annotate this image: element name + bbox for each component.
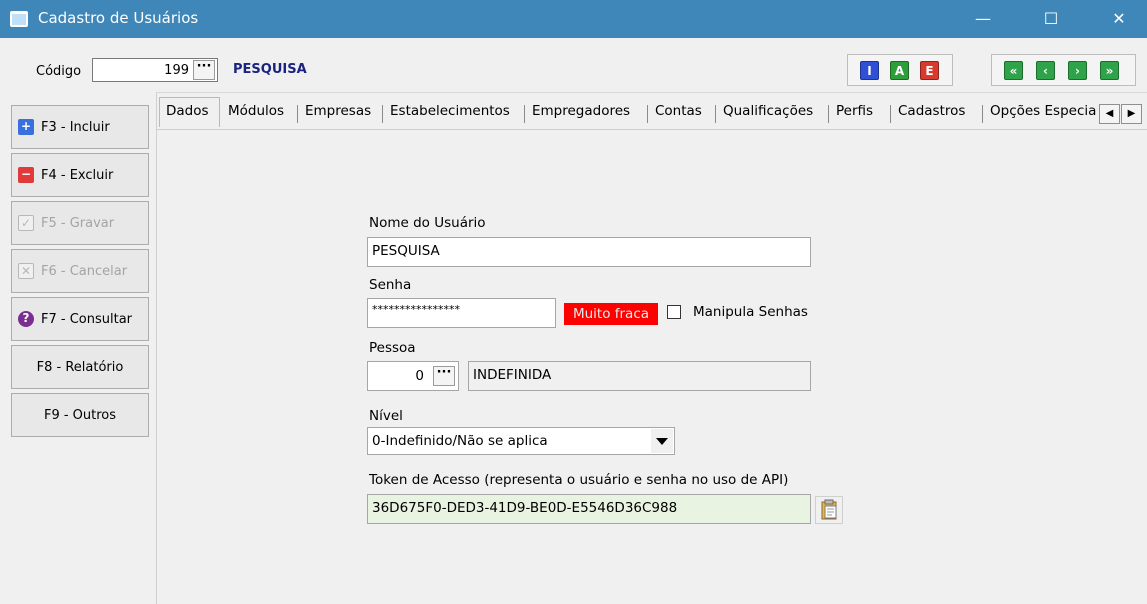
senha-input[interactable]: ****************: [367, 298, 556, 328]
last-record-icon[interactable]: »: [1100, 61, 1119, 80]
tab-perfis[interactable]: Perfis: [836, 103, 873, 127]
x-box-icon: ✕: [18, 263, 34, 279]
tab-separator: [297, 105, 298, 123]
cancelar-label: F6 - Cancelar: [41, 264, 128, 279]
incluir-label: F3 - Incluir: [41, 120, 110, 135]
tab-empregadores[interactable]: Empregadores: [532, 103, 630, 127]
insert-mode-button[interactable]: I: [860, 61, 879, 80]
relatorio-button[interactable]: F8 - Relatório: [11, 345, 149, 389]
excluir-label: F4 - Excluir: [41, 168, 114, 183]
tab-separator: [890, 105, 891, 123]
tab-dados[interactable]: Dados: [159, 97, 220, 127]
first-record-icon[interactable]: «: [1004, 61, 1023, 80]
tab-modulos[interactable]: Módulos: [228, 103, 284, 127]
tab-separator: [382, 105, 383, 123]
codigo-label: Código: [36, 64, 82, 79]
pessoa-code-value: 0: [415, 368, 424, 384]
close-button[interactable]: ✕: [1096, 0, 1142, 38]
question-icon: ?: [18, 311, 34, 327]
tab-empresas[interactable]: Empresas: [305, 103, 371, 127]
gravar-button[interactable]: ✓ F5 - Gravar: [11, 201, 149, 245]
codigo-lookup-button[interactable]: ···: [193, 60, 215, 80]
tab-scroll-control: ◀ ▶: [1099, 104, 1144, 124]
pessoa-name-field: INDEFINIDA: [468, 361, 811, 391]
consultar-label: F7 - Consultar: [41, 312, 133, 327]
tab-separator: [524, 105, 525, 123]
nivel-label: Nível: [369, 408, 403, 424]
copy-token-button[interactable]: [815, 496, 843, 524]
codigo-description: PESQUISA: [233, 62, 307, 77]
senha-label: Senha: [369, 277, 412, 293]
tab-separator: [715, 105, 716, 123]
window-title: Cadastro de Usuários: [38, 9, 199, 27]
tab-content-border: [157, 129, 1147, 130]
tab-separator: [647, 105, 648, 123]
mode-button-group: I A E: [847, 54, 953, 86]
clipboard-icon: [821, 499, 837, 520]
codigo-input[interactable]: 199 ···: [92, 58, 218, 82]
manipula-senhas-checkbox[interactable]: [667, 305, 681, 319]
nivel-select[interactable]: 0-Indefinido/Não se aplica: [367, 427, 675, 455]
manipula-senhas-label: Manipula Senhas: [693, 304, 808, 320]
alter-mode-button[interactable]: A: [890, 61, 909, 80]
title-bar: Cadastro de Usuários — ☐ ✕: [0, 0, 1147, 38]
tab-scroll-right-icon[interactable]: ▶: [1121, 104, 1142, 124]
tab-qualificacoes[interactable]: Qualificações: [723, 103, 813, 127]
tab-strip: Dados Módulos Empresas Estabelecimentos …: [157, 97, 1147, 129]
tab-estabelecimentos[interactable]: Estabelecimentos: [390, 103, 510, 127]
record-nav-group: « ‹ › »: [991, 54, 1136, 86]
tab-cadastros[interactable]: Cadastros: [898, 103, 965, 127]
nome-usuario-label: Nome do Usuário: [369, 215, 486, 231]
maximize-button[interactable]: ☐: [1028, 0, 1074, 38]
next-record-icon[interactable]: ›: [1068, 61, 1087, 80]
delete-mode-button[interactable]: E: [920, 61, 939, 80]
pessoa-code-input[interactable]: 0 ···: [367, 361, 459, 391]
outros-button[interactable]: F9 - Outros: [11, 393, 149, 437]
tab-opcoes-especiais[interactable]: Opções Especia: [990, 103, 1098, 127]
plus-icon: +: [18, 119, 34, 135]
action-sidebar: + F3 - Incluir − F4 - Excluir ✓ F5 - Gra…: [0, 92, 157, 604]
pessoa-label: Pessoa: [369, 340, 416, 356]
codigo-value: 199: [164, 63, 189, 78]
tab-separator: [982, 105, 983, 123]
password-strength-badge: Muito fraca: [564, 303, 658, 325]
nome-usuario-input[interactable]: PESQUISA: [367, 237, 811, 267]
token-field: 36D675F0-DED3-41D9-BE0D-E5546D36C988: [367, 494, 811, 524]
excluir-button[interactable]: − F4 - Excluir: [11, 153, 149, 197]
tab-scroll-left-icon[interactable]: ◀: [1099, 104, 1120, 124]
tab-separator: [828, 105, 829, 123]
gravar-label: F5 - Gravar: [41, 216, 115, 231]
cancelar-button[interactable]: ✕ F6 - Cancelar: [11, 249, 149, 293]
chevron-down-icon[interactable]: [651, 429, 673, 453]
header-toolbar: Código 199 ··· PESQUISA I A E « ‹ › »: [0, 38, 1147, 93]
minimize-button[interactable]: —: [960, 0, 1006, 38]
minus-icon: −: [18, 167, 34, 183]
pessoa-lookup-button[interactable]: ···: [433, 366, 455, 386]
check-icon: ✓: [18, 215, 34, 231]
relatorio-label: F8 - Relatório: [36, 360, 124, 375]
token-label: Token de Acesso (representa o usuário e …: [369, 472, 789, 488]
outros-label: F9 - Outros: [43, 408, 117, 423]
app-window-icon: [10, 11, 28, 27]
tab-contas[interactable]: Contas: [655, 103, 702, 127]
prev-record-icon[interactable]: ‹: [1036, 61, 1055, 80]
consultar-button[interactable]: ? F7 - Consultar: [11, 297, 149, 341]
incluir-button[interactable]: + F3 - Incluir: [11, 105, 149, 149]
